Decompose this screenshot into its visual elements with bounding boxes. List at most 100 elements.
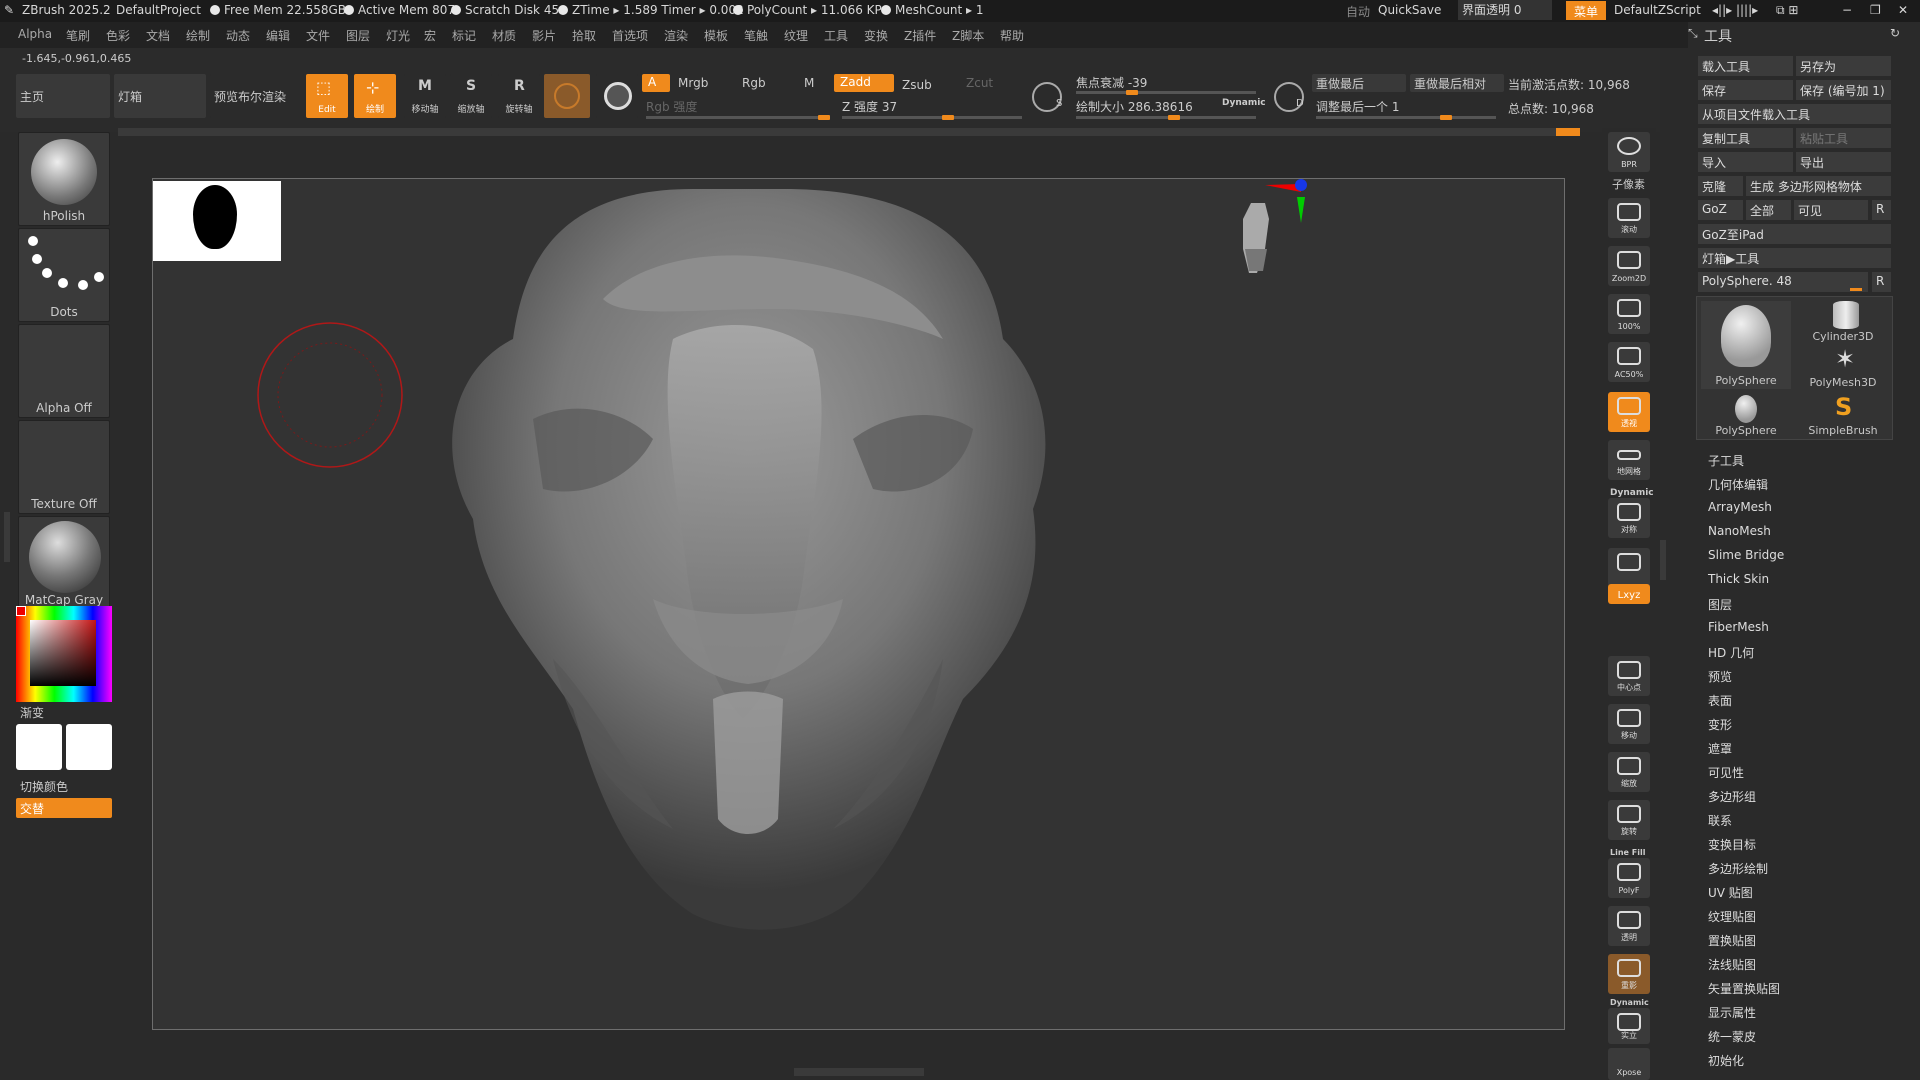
- goz-r-button[interactable]: R: [1872, 200, 1891, 220]
- draw-button[interactable]: ⊹ 绘制: [354, 74, 396, 118]
- subpalette-slime-bridge[interactable]: Slime Bridge: [1708, 548, 1784, 562]
- close-icon[interactable]: ✕: [1898, 3, 1908, 17]
- menu-alpha[interactable]: Alpha: [18, 27, 52, 41]
- adjust-last-track[interactable]: [1316, 115, 1496, 120]
- menu-picker[interactable]: 拾取: [572, 27, 596, 44]
- quicksave-button[interactable]: QuickSave: [1378, 3, 1441, 17]
- menu-button[interactable]: 菜单: [1566, 1, 1606, 20]
- right-tray-handle[interactable]: [1660, 540, 1666, 580]
- secondary-color-swatch[interactable]: [66, 724, 112, 770]
- subpalette-surface[interactable]: 表面: [1708, 692, 1732, 709]
- menu-transform[interactable]: 变换: [864, 27, 888, 44]
- spotlight-button[interactable]: [596, 74, 638, 118]
- goz-all-button[interactable]: 全部: [1746, 200, 1791, 220]
- make-polymesh-button[interactable]: 生成 多边形网格物体: [1746, 176, 1891, 196]
- xpose-button[interactable]: Xpose: [1608, 1048, 1650, 1080]
- frame-button[interactable]: 中心点: [1608, 656, 1650, 696]
- actual-size-button[interactable]: 100%: [1608, 294, 1650, 334]
- subpalette-unified-skin[interactable]: 统一蒙皮: [1708, 1028, 1756, 1045]
- draw-dial[interactable]: D: [1274, 82, 1304, 112]
- color-square[interactable]: [30, 620, 96, 686]
- zoom2d-button[interactable]: Zoom2D: [1608, 246, 1650, 286]
- menu-zplugin[interactable]: Z插件: [904, 27, 936, 44]
- subpalette-masking[interactable]: 遮罩: [1708, 740, 1732, 757]
- switch-color-button[interactable]: 切换颜色: [20, 778, 68, 795]
- export-button[interactable]: 导出: [1796, 152, 1891, 172]
- menu-movie[interactable]: 影片: [532, 27, 556, 44]
- subpalette-hd-geometry[interactable]: HD 几何: [1708, 644, 1754, 661]
- sculpt-scene[interactable]: [153, 179, 1566, 1031]
- ghost-button[interactable]: 重影: [1608, 954, 1650, 994]
- focal-shift-track[interactable]: [1076, 90, 1256, 95]
- menu-render[interactable]: 渲染: [664, 27, 688, 44]
- z-intensity-track[interactable]: [842, 115, 1022, 120]
- reset-icon[interactable]: ↻: [1890, 26, 1900, 40]
- subpixel-label[interactable]: 子像素: [1612, 176, 1645, 192]
- subpalette-geometry[interactable]: 几何体编辑: [1708, 476, 1768, 493]
- goz-button[interactable]: GoZ: [1698, 200, 1743, 220]
- import-button[interactable]: 导入: [1698, 152, 1793, 172]
- lightbox-tool-button[interactable]: 灯箱▶工具: [1698, 248, 1891, 268]
- menu-edit[interactable]: 编辑: [266, 27, 290, 44]
- subpalette-layers[interactable]: 图层: [1708, 596, 1732, 613]
- canvas-viewport[interactable]: [152, 178, 1565, 1030]
- save-button[interactable]: 保存: [1698, 80, 1793, 100]
- home-button[interactable]: 主页: [16, 74, 110, 118]
- sculpted-head-mesh[interactable]: [452, 189, 1046, 930]
- subpalette-subtool[interactable]: 子工具: [1708, 452, 1744, 469]
- perspective-button[interactable]: 透视: [1608, 392, 1650, 432]
- rgb-button[interactable]: Rgb: [742, 76, 766, 90]
- menu-document[interactable]: 文档: [146, 27, 170, 44]
- menu-layer[interactable]: 图层: [346, 27, 370, 44]
- z-intensity-slider[interactable]: Z 强度 37: [842, 98, 897, 115]
- subpalette-texture-map[interactable]: 纹理贴图: [1708, 908, 1756, 925]
- subpalette-morph-target[interactable]: 变换目标: [1708, 836, 1756, 853]
- bottom-tray-handle[interactable]: [794, 1068, 924, 1076]
- copy-tool-button[interactable]: 复制工具: [1698, 128, 1793, 148]
- floor-grid-button[interactable]: 地网格: [1608, 440, 1650, 480]
- transparent-button[interactable]: 透明: [1608, 906, 1650, 946]
- draw-size-slider[interactable]: 绘制大小 286.38616: [1076, 98, 1193, 115]
- rgb-intensity-track[interactable]: [646, 115, 830, 120]
- rotate-button[interactable]: R 旋转轴: [498, 74, 540, 118]
- texture-thumbnail[interactable]: Texture Off: [18, 420, 110, 514]
- brush-thumbnail[interactable]: hPolish: [18, 132, 110, 226]
- scale-button[interactable]: S 缩放轴: [450, 74, 492, 118]
- lxyz-button[interactable]: Lxyz: [1608, 584, 1650, 604]
- redo-last-relative-button[interactable]: 重做最后相对: [1410, 74, 1504, 92]
- windows-icon[interactable]: ⧉ ⊞: [1776, 3, 1798, 18]
- solo-button[interactable]: 实立: [1608, 1008, 1650, 1044]
- subpalette-vector-displacement-map[interactable]: 矢量置换贴图: [1708, 980, 1780, 997]
- menu-preferences[interactable]: 首选项: [612, 27, 648, 44]
- zsub-button[interactable]: Zsub: [902, 78, 932, 92]
- project-name[interactable]: DefaultProject: [116, 3, 201, 17]
- zcut-button[interactable]: Zcut: [966, 76, 993, 90]
- menu-material[interactable]: 材质: [492, 27, 516, 44]
- tool-thumb-cylinder3d[interactable]: Cylinder3D: [1797, 301, 1889, 343]
- goz-visible-button[interactable]: 可见: [1794, 200, 1868, 220]
- scroll-button[interactable]: 滚动: [1608, 198, 1650, 238]
- symmetry-button[interactable]: 对称: [1608, 498, 1650, 538]
- stroke-thumbnail[interactable]: Dots: [18, 228, 110, 322]
- draw-size-track[interactable]: [1076, 115, 1256, 120]
- color-picker[interactable]: [16, 606, 112, 702]
- tool-thumb-polymesh3d[interactable]: ✶ PolyMesh3D: [1797, 345, 1889, 389]
- tool-thumb-polysphere-2[interactable]: PolySphere: [1701, 393, 1791, 437]
- interface-transparency-slider[interactable]: 界面透明 0: [1458, 0, 1552, 20]
- subpalette-thick-skin[interactable]: Thick Skin: [1708, 572, 1769, 586]
- subpalette-uv-map[interactable]: UV 贴图: [1708, 884, 1753, 901]
- scale-view-button[interactable]: 缩放: [1608, 752, 1650, 792]
- lock-button[interactable]: [1608, 548, 1650, 588]
- subpalette-display-properties[interactable]: 显示属性: [1708, 1004, 1756, 1021]
- menu-stroke[interactable]: 笔触: [744, 27, 768, 44]
- load-tool-button[interactable]: 载入工具: [1698, 56, 1793, 76]
- left-tray-handle[interactable]: [4, 512, 10, 562]
- clone-button[interactable]: 克隆: [1698, 176, 1743, 196]
- menu-marker[interactable]: 标记: [452, 27, 476, 44]
- subpalette-polygroups[interactable]: 多边形组: [1708, 788, 1756, 805]
- dynamic-label[interactable]: Dynamic: [1610, 488, 1654, 498]
- navigation-gizmo[interactable]: [1243, 179, 1307, 273]
- alternate-button[interactable]: 交替: [16, 798, 112, 818]
- lightbox-button[interactable]: 灯箱: [114, 74, 206, 118]
- menu-stencil[interactable]: 模板: [704, 27, 728, 44]
